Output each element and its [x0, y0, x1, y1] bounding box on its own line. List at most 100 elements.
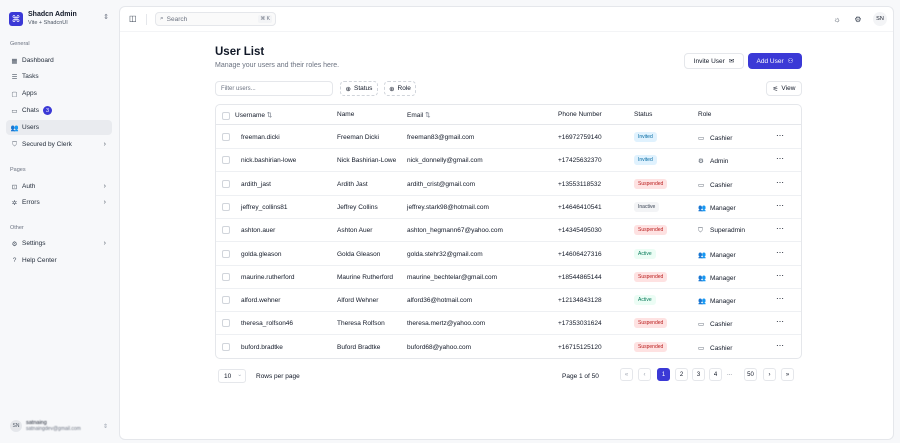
filter-users-input[interactable]: Filter users...	[215, 81, 333, 96]
mail-plus-icon: ✉	[728, 58, 735, 65]
column-email[interactable]: Email ⇅	[407, 111, 431, 119]
column-username[interactable]: Username ⇅	[235, 111, 272, 119]
row-checkbox[interactable]	[222, 319, 230, 328]
select-all-checkbox[interactable]	[222, 112, 230, 120]
sidebar-item-dashboard[interactable]: ▦ Dashboard	[6, 53, 112, 68]
sliders-icon: ⚟	[772, 85, 779, 93]
chevron-right-icon: ›	[103, 141, 106, 148]
sidebar-item-label: Apps	[22, 90, 37, 97]
row-checkbox[interactable]	[222, 226, 230, 235]
theme-toggle-sun-icon[interactable]: ☼	[831, 15, 843, 24]
sidebar-item-users[interactable]: 👥 Users	[6, 120, 112, 135]
sidebar-item-auth[interactable]: ⊡ Auth ›	[6, 179, 112, 194]
sidebar-item-tasks[interactable]: ☰ Tasks	[6, 69, 112, 84]
row-actions-icon[interactable]: ⋯	[776, 224, 784, 233]
row-checkbox[interactable]	[222, 249, 230, 258]
cell-name: Ardith Jast	[337, 180, 368, 188]
row-actions-icon[interactable]: ⋯	[776, 201, 784, 210]
first-page-button[interactable]: «	[620, 368, 633, 381]
sidebar-toggle-icon[interactable]: ◫	[129, 14, 137, 23]
table-row[interactable]: golda.gleason Golda Gleason golda.stehr32@…	[216, 243, 801, 266]
table-row[interactable]: buford.bradtke Buford Bradtke buford68@yah…	[216, 336, 801, 358]
cell-email: jeffrey.stark98@hotmail.com	[407, 203, 489, 211]
cell-username: buford.bradtke	[241, 343, 283, 351]
search-input[interactable]: ⌕ Search ⌘ K	[155, 12, 276, 26]
status-filter-button[interactable]: ⊕ Status	[340, 81, 378, 96]
team-switcher[interactable]: ⌘ Shadcn Admin Vite + ShadcnUI ⇕	[9, 9, 113, 29]
table-row[interactable]: maurine.rutherford Maurine Rutherford maur…	[216, 266, 801, 289]
prev-page-button[interactable]: ‹	[638, 368, 651, 381]
add-user-button[interactable]: Add User ⚇	[748, 53, 802, 69]
row-checkbox[interactable]	[222, 342, 230, 351]
cell-username: freeman.dicki	[241, 134, 280, 141]
role-filter-button[interactable]: ⊕ Role	[384, 81, 416, 96]
avatar[interactable]: SN	[873, 12, 887, 26]
table-row[interactable]: nick.bashirian-lowe Nick Bashirian-Lowe ni…	[216, 149, 801, 173]
settings-icon: ⚙	[11, 240, 18, 248]
settings-icon[interactable]: ⚙	[852, 15, 864, 24]
sidebar-item-apps[interactable]: ▢ Apps	[6, 86, 112, 101]
table-row[interactable]: alford.wehner Alford Wehner alford36@hotma…	[216, 289, 801, 313]
row-checkbox[interactable]	[222, 202, 230, 211]
table-row[interactable]: jeffrey_collins81 Jeffrey Collins jeffrey.…	[216, 196, 801, 219]
row-checkbox[interactable]	[222, 179, 230, 188]
cell-name: Nick Bashirian-Lowe	[337, 157, 397, 165]
row-actions-icon[interactable]: ⋯	[776, 248, 784, 257]
cell-role: Manager	[710, 251, 736, 259]
status-badge: Active	[634, 295, 656, 306]
chevron-right-icon: ›	[103, 240, 106, 247]
row-checkbox[interactable]	[222, 133, 230, 141]
cell-name: Maurine Rutherford	[337, 273, 393, 281]
view-options-button[interactable]: ⚟ View	[766, 81, 802, 96]
row-actions-icon[interactable]: ⋯	[776, 317, 784, 326]
chevrons-up-down-icon: ⇕	[103, 14, 109, 21]
sidebar-item-help-center[interactable]: ? Help Center	[6, 253, 112, 268]
page-button-last[interactable]: 50	[744, 368, 757, 381]
page-button-2[interactable]: 2	[675, 368, 688, 381]
package-icon: ▢	[11, 90, 18, 98]
table-row[interactable]: ashton.auer Ashton Auer ashton_hegmann67@y…	[216, 219, 801, 243]
page-button-4[interactable]: 4	[709, 368, 722, 381]
list-checks-icon: ☰	[11, 73, 18, 81]
page-button-3[interactable]: 3	[692, 368, 705, 381]
layout-dashboard-icon: ▦	[11, 57, 18, 65]
invite-user-button[interactable]: Invite User ✉	[684, 53, 744, 69]
page-button-1[interactable]: 1	[657, 368, 670, 381]
nav-user-menu[interactable]: SN satnaing satnaingdev@gmail.com ⇕	[10, 418, 110, 434]
users-icon: 👥	[698, 204, 707, 212]
sidebar-item-settings[interactable]: ⚙ Settings ›	[6, 236, 112, 251]
cell-role: Cashier	[710, 135, 733, 142]
row-actions-icon[interactable]: ⋯	[776, 154, 784, 163]
sidebar-item-secured-by-clerk[interactable]: ⛉ Secured by Clerk ›	[6, 137, 112, 152]
sidebar-item-errors[interactable]: ✲ Errors ›	[6, 195, 112, 210]
shield-icon: ⛉	[12, 140, 17, 148]
divider	[146, 14, 147, 25]
status-badge: Suspended	[634, 178, 668, 189]
column-name: Name	[337, 111, 355, 118]
table-row[interactable]: freeman.dicki Freeman Dicki freeman83@gmai…	[216, 126, 801, 149]
row-checkbox[interactable]	[222, 296, 230, 305]
row-actions-icon[interactable]: ⋯	[776, 131, 784, 140]
cell-name: Alford Wehner	[337, 297, 379, 305]
cell-phone: +17353031624	[558, 320, 602, 328]
row-actions-icon[interactable]: ⋯	[776, 178, 784, 187]
credit-card-icon: ▭	[698, 181, 705, 189]
row-actions-icon[interactable]: ⋯	[776, 341, 784, 350]
cell-email: theresa.mertz@yahoo.com	[407, 320, 486, 328]
row-actions-icon[interactable]: ⋯	[776, 294, 784, 303]
page-info: Page 1 of 50	[562, 373, 599, 380]
table-row[interactable]: theresa_rolfson46 Theresa Rolfson theresa.…	[216, 312, 801, 336]
last-page-button[interactable]: »	[781, 368, 794, 381]
row-checkbox[interactable]	[222, 272, 230, 281]
cell-name: Theresa Rolfson	[337, 320, 385, 328]
sidebar-item-chats[interactable]: ▭ Chats 3	[6, 103, 112, 118]
chevron-right-icon: ›	[103, 183, 106, 190]
cell-phone: +14646410541	[558, 203, 602, 211]
shield-icon: ⛉	[698, 227, 703, 235]
table-row[interactable]: ardith_jast Ardith Jast ardith_crist@gmail…	[216, 173, 801, 196]
row-checkbox[interactable]	[222, 156, 230, 165]
row-actions-icon[interactable]: ⋯	[776, 271, 784, 280]
sidebar-item-label: Dashboard	[22, 57, 54, 64]
rows-per-page-select[interactable]: 10 ⌄	[218, 369, 246, 383]
next-page-button[interactable]: ›	[763, 368, 776, 381]
